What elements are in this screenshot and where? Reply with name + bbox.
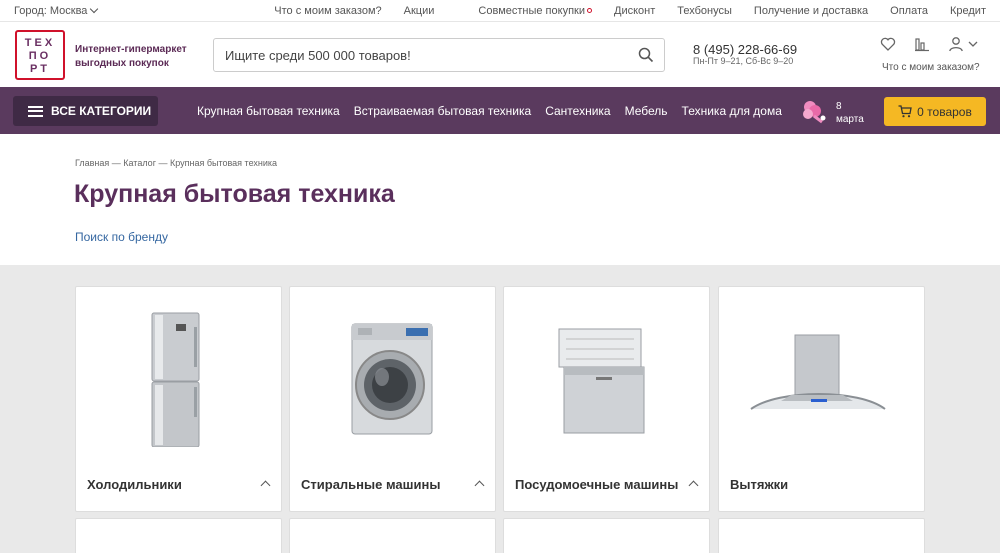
menu-icon (28, 105, 43, 117)
promo-date: 8 марта (836, 100, 864, 126)
category-links: Крупная бытовая техника Встраиваемая быт… (197, 104, 796, 118)
category-card-washing-machines[interactable]: Стиральные машины (289, 286, 496, 512)
top-link-discount[interactable]: Дисконт (614, 5, 655, 17)
nav-link-home-appliances[interactable]: Техника для дома (682, 104, 782, 118)
joint-purchases-label: Совместные покупки (478, 5, 585, 17)
page-title: Крупная бытовая техника (74, 180, 395, 208)
top-link-payment[interactable]: Оплата (890, 5, 928, 17)
promo-month: марта (836, 114, 864, 125)
washing-machine-image (351, 323, 433, 435)
chevron-down-icon[interactable] (968, 40, 978, 48)
site-tagline: Интернет-гипермаркет выгодных покупок (75, 44, 187, 69)
all-categories-button[interactable]: ВСЕ КАТЕГОРИИ (13, 96, 158, 126)
chevron-down-icon (90, 4, 99, 14)
category-card-hoods[interactable]: Вытяжки (718, 286, 925, 512)
category-name: Вытяжки (730, 477, 789, 492)
top-link-promotions[interactable]: Акции (404, 5, 435, 17)
cart-button[interactable]: 0 товаров (884, 97, 986, 126)
chevron-up-icon[interactable] (688, 480, 699, 491)
chevron-up-icon[interactable] (474, 480, 485, 491)
top-link-joint-purchases[interactable]: Совместные покупки (456, 5, 592, 17)
category-card-dishwashers[interactable]: Посудомоечные машины (503, 286, 710, 512)
top-bar: Город: Москва Что с моим заказом? Акции … (0, 0, 1000, 22)
brand-search-link[interactable]: Поиск по бренду (75, 230, 168, 244)
category-card-row2-4[interactable] (718, 518, 925, 553)
nav-link-built-in[interactable]: Встраиваемая бытовая техника (354, 104, 531, 118)
category-card-row2-2[interactable] (289, 518, 496, 553)
march-8-promo[interactable]: 8 марта (800, 98, 870, 126)
category-name: Стиральные машины (301, 477, 441, 492)
all-categories-label: ВСЕ КАТЕГОРИИ (51, 104, 152, 118)
cart-label: 0 товаров (917, 104, 972, 119)
top-link-credit[interactable]: Кредит (950, 5, 986, 17)
nav-link-large-appliances[interactable]: Крупная бытовая техника (197, 104, 340, 118)
chevron-up-icon[interactable] (260, 480, 271, 491)
site-logo[interactable]: ТЕХ ПО РТ (15, 30, 65, 80)
city-label: Город: Москва (14, 5, 88, 17)
dishwasher-image (558, 328, 645, 434)
search-box (213, 38, 665, 72)
breadcrumb[interactable]: Главная — Каталог — Крупная бытовая техн… (75, 158, 277, 168)
top-link-order-status[interactable]: Что с моим заказом? (274, 5, 381, 17)
phone-number[interactable]: 8 (495) 228-66-69 (693, 42, 797, 57)
city-selector[interactable]: Город: Москва (14, 4, 99, 17)
heart-icon[interactable] (880, 36, 896, 52)
nav-link-furniture[interactable]: Мебель (625, 104, 668, 118)
category-card-row2-1[interactable] (75, 518, 282, 553)
compare-icon[interactable] (914, 36, 930, 52)
top-links: Что с моим заказом? Акции Совместные пок… (252, 5, 986, 17)
flower-icon (803, 101, 826, 124)
nav-link-plumbing[interactable]: Сантехника (545, 104, 610, 118)
logo-row-1: ТЕХ (24, 37, 56, 49)
top-link-techbonus[interactable]: Техбонусы (677, 5, 732, 17)
category-card-row2-3[interactable] (503, 518, 710, 553)
working-hours: Пн-Пт 9–21, Сб-Вс 9–20 (693, 56, 794, 66)
header-icons (880, 36, 980, 56)
top-link-delivery[interactable]: Получение и доставка (754, 5, 868, 17)
hood-image (750, 334, 886, 410)
category-name: Посудомоечные машины (515, 477, 679, 492)
category-name: Холодильники (87, 477, 182, 492)
search-icon[interactable] (638, 47, 654, 63)
notification-dot-icon (587, 8, 592, 13)
logo-row-2: ПО (28, 50, 52, 62)
promo-day: 8 (836, 101, 842, 112)
cart-icon (898, 105, 912, 118)
order-status-link[interactable]: Что с моим заказом? (882, 62, 980, 73)
user-icon[interactable] (948, 36, 964, 52)
category-card-fridges[interactable]: Холодильники (75, 286, 282, 512)
search-input[interactable] (214, 39, 614, 71)
logo-row-3: РТ (30, 63, 50, 75)
fridge-image (151, 312, 200, 447)
